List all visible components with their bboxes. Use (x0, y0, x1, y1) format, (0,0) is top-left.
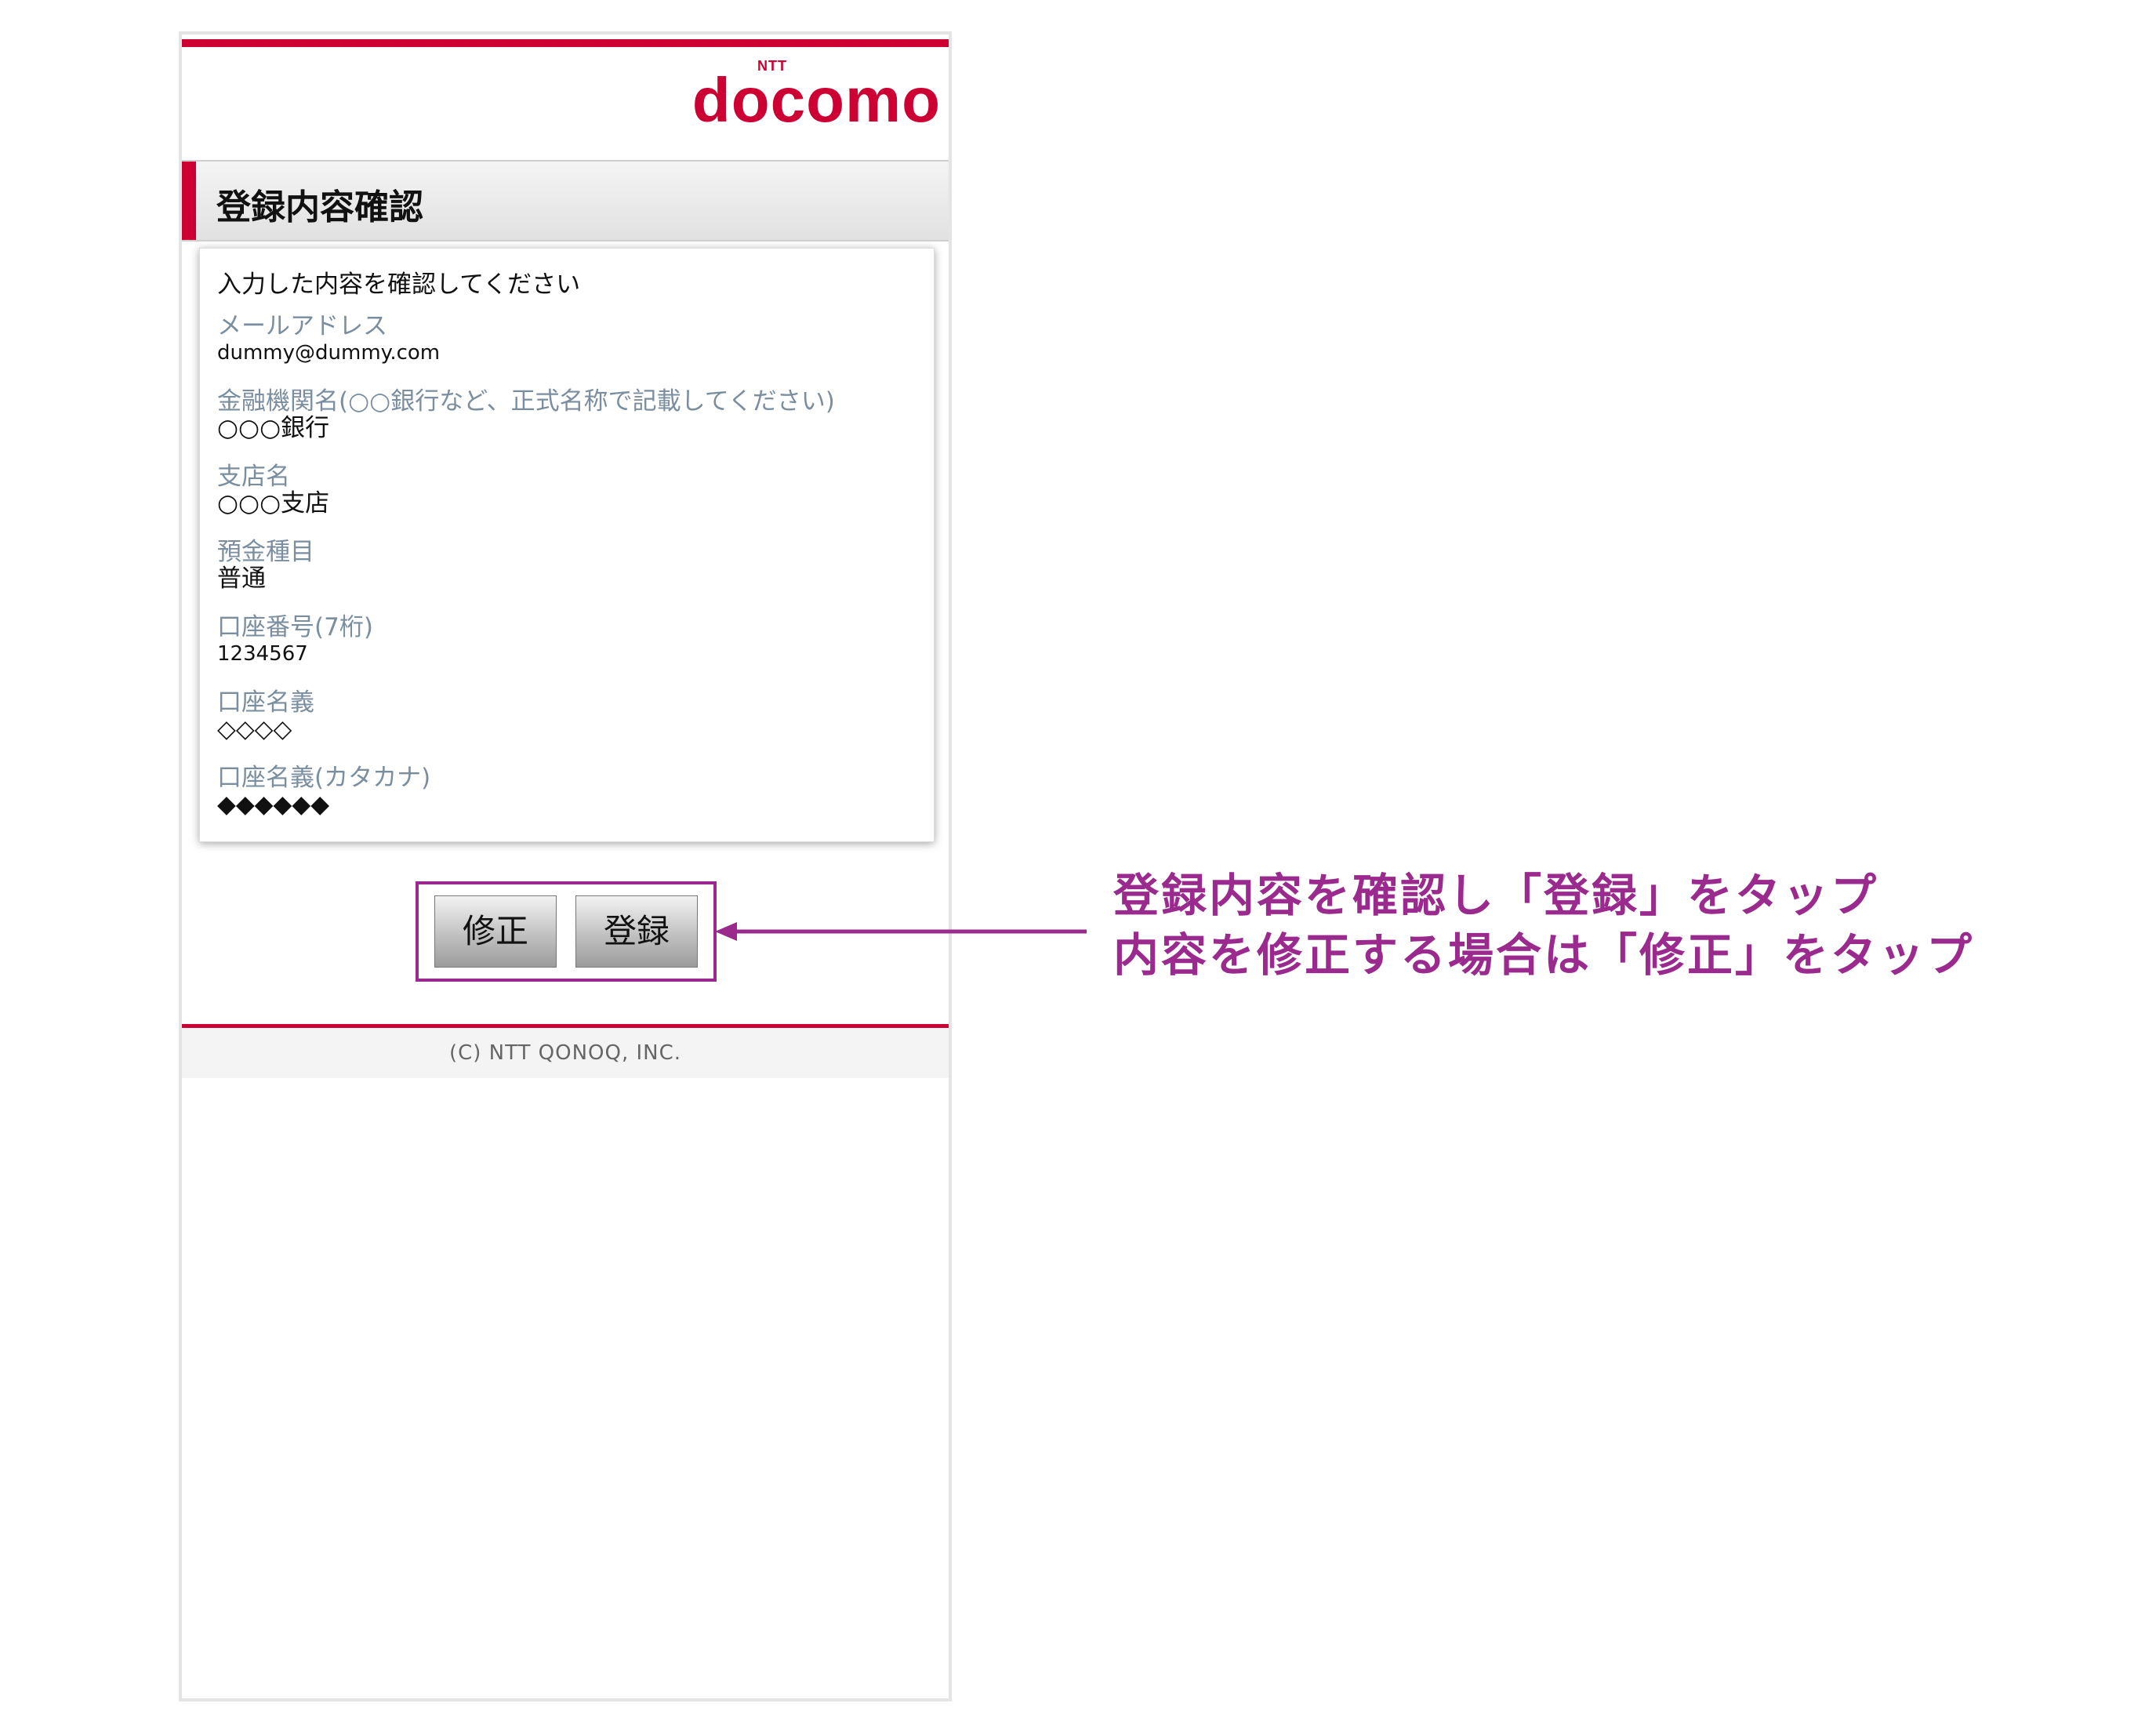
field-value: ○○○銀行 (217, 414, 330, 442)
confirmation-card: 入力した内容を確認してください メールアドレス dummy@dummy.com … (199, 248, 935, 842)
logo-ntt-text: NTT (757, 58, 787, 74)
docomo-logo: NTT docomo (692, 58, 941, 132)
footer: (C) NTT QONOQ, INC. (182, 1028, 949, 1078)
field-branch-name: 支店名 ○○○支店 (217, 463, 329, 517)
phone-screen: NTT docomo 登録内容確認 入力した内容を確認してください メールアドレ… (179, 31, 952, 1701)
field-label: 口座名義(カタカナ) (217, 764, 431, 792)
logo-docomo-text: docomo (691, 65, 941, 135)
register-button[interactable]: 登録 (575, 895, 698, 968)
page-title: 登録内容確認 (216, 187, 423, 227)
field-deposit-type: 預金種目 普通 (217, 539, 314, 592)
annotation-line-2: 内容を修正する場合は「修正」をタップ (1113, 928, 1975, 982)
field-label: 支店名 (217, 463, 290, 491)
field-value: dummy@dummy.com (217, 341, 441, 365)
field-label: 金融機関名(○○銀行など、正式名称で記載してください) (217, 387, 835, 416)
field-email: メールアドレス dummy@dummy.com (217, 313, 440, 366)
annotation-text: 登録内容を確認し「登録」をタップ 内容を修正する場合は「修正」をタップ (1113, 866, 1974, 985)
field-value: ○○○支店 (217, 489, 330, 518)
field-value: 1234567 (217, 642, 308, 666)
fix-button[interactable]: 修正 (434, 895, 557, 968)
app-header: NTT docomo (182, 47, 949, 162)
field-label: 口座番号(7桁) (217, 613, 373, 641)
field-label: 預金種目 (217, 538, 314, 566)
field-account-holder: 口座名義 ◇◇◇◇ (217, 689, 314, 743)
top-accent-bar (182, 39, 949, 47)
field-bank-name: 金融機関名(○○銀行など、正式名称で記載してください) ○○○銀行 (217, 388, 835, 441)
field-value: ◇◇◇◇ (217, 715, 292, 743)
field-account-holder-kana: 口座名義(カタカナ) ◆◆◆◆◆◆ (217, 764, 430, 818)
copyright-text: (C) NTT QONOQ, INC. (448, 1041, 682, 1065)
field-value: 普通 (217, 565, 266, 593)
annotation-arrow-icon (715, 922, 1087, 941)
field-label: メールアドレス (217, 312, 387, 340)
annotation-line-1: 登録内容を確認し「登録」をタップ (1113, 869, 1879, 922)
title-accent (182, 162, 196, 240)
field-account-number: 口座番号(7桁) 1234567 (217, 614, 373, 667)
page-title-bar: 登録内容確認 (182, 162, 949, 242)
field-label: 口座名義 (217, 688, 314, 717)
instruction-text: 入力した内容を確認してください (217, 271, 581, 299)
field-value: ◆◆◆◆◆◆ (217, 790, 330, 819)
